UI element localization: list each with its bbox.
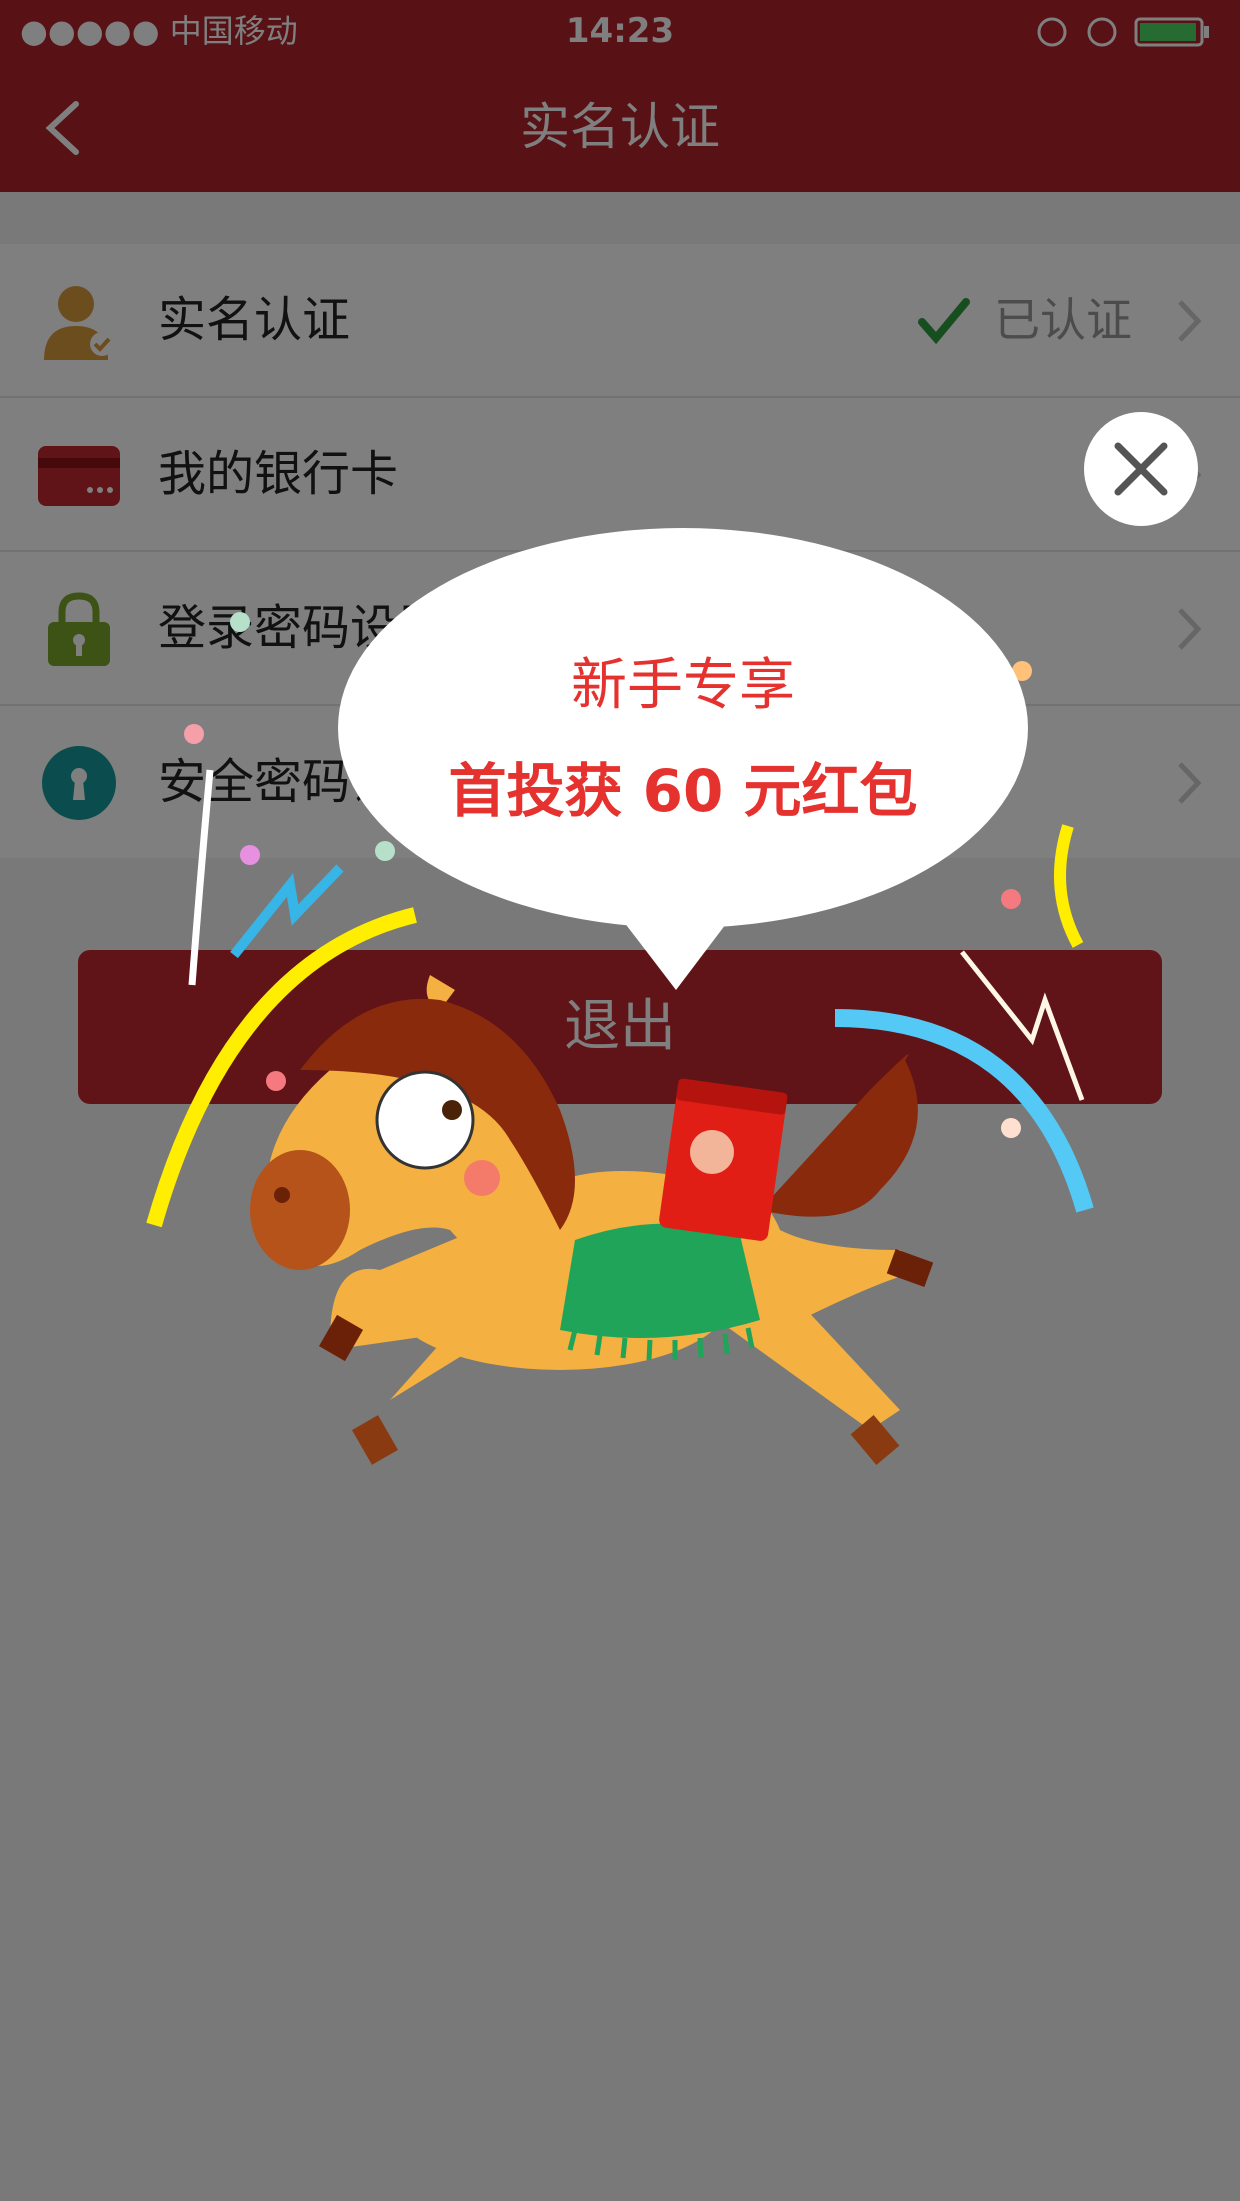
close-button[interactable] bbox=[1084, 412, 1198, 526]
close-icon bbox=[1114, 442, 1168, 496]
confetti-decoration bbox=[146, 612, 1094, 1465]
promo-subtitle: 首投获 60 元红包 bbox=[448, 757, 918, 825]
horse-mascot-illustration bbox=[250, 975, 934, 1465]
promo-title: 新手专享 bbox=[571, 653, 795, 718]
